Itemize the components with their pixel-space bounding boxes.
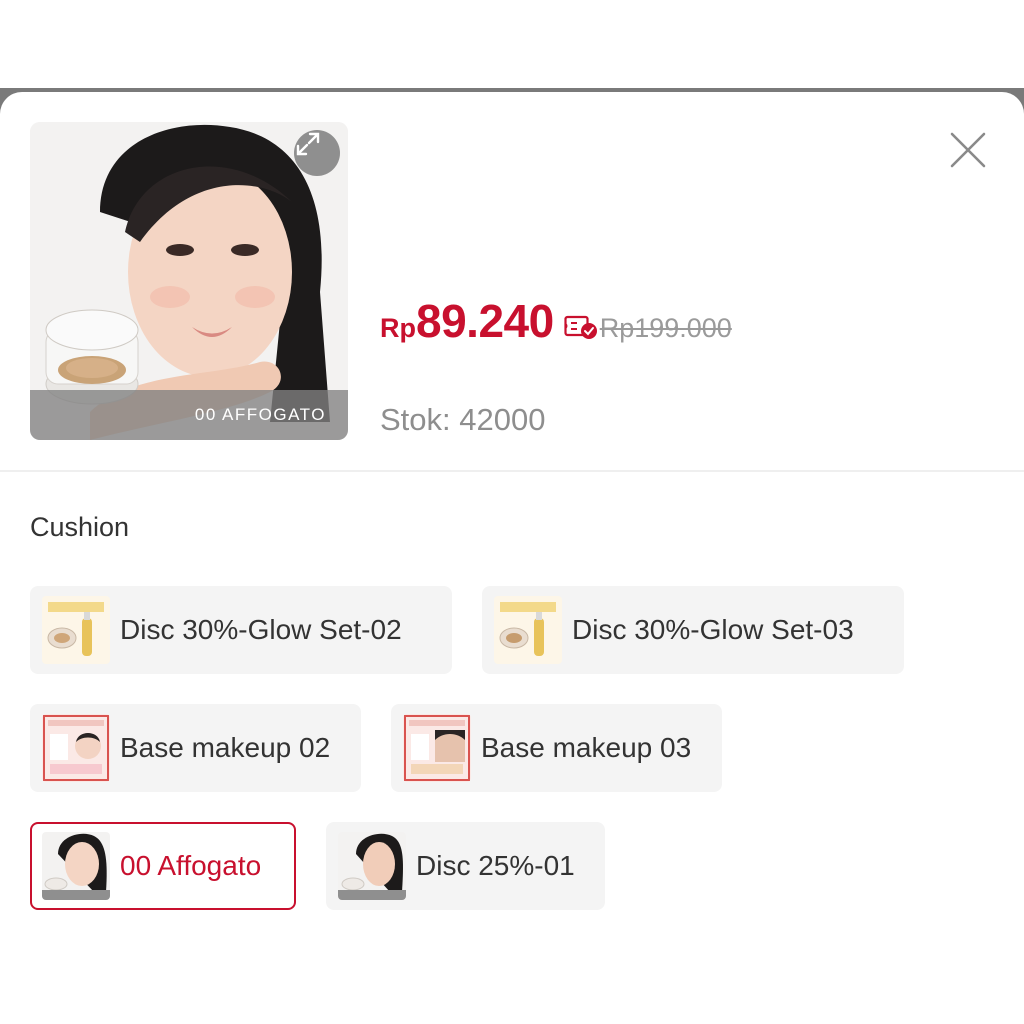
variant-thumbnail xyxy=(42,832,110,900)
variant-label: Base makeup 02 xyxy=(120,732,331,763)
variant-label: Base makeup 03 xyxy=(481,732,692,763)
divider xyxy=(0,470,1024,472)
variant-thumbnail xyxy=(494,596,562,664)
variant-thumbnail xyxy=(338,832,406,900)
expand-arrows-icon xyxy=(296,132,320,156)
original-price: Rp199.000 xyxy=(599,313,732,343)
voucher-check-icon xyxy=(564,314,598,340)
stock-count: Stok: 42000 xyxy=(380,402,546,437)
variant-option-base-makeup-02[interactable]: Base makeup 02 xyxy=(30,704,361,792)
variant-option-disc-25-01[interactable]: Disc 25%-01 xyxy=(326,822,605,910)
price-row: Rp 89.240 Rp199.000 xyxy=(380,294,732,348)
variant-label: Disc 30%-Glow Set-03 xyxy=(572,614,854,645)
variant-option-glow-set-03[interactable]: Disc 30%-Glow Set-03 xyxy=(482,586,904,674)
price-currency: Rp xyxy=(380,313,416,343)
close-icon xyxy=(950,132,986,168)
close-button[interactable] xyxy=(944,126,992,174)
variant-thumbnail xyxy=(403,714,471,782)
variant-label: Disc 30%-Glow Set-02 xyxy=(120,614,402,645)
variant-bottom-sheet: 00 AFFOGATO Rp 89.240 Rp199.000 Stok: 42… xyxy=(0,92,1024,1024)
variant-group-title: Cushion xyxy=(30,512,130,542)
variant-option-00-affogato[interactable]: 00 Affogato xyxy=(30,822,296,910)
variant-option-glow-set-02[interactable]: Disc 30%-Glow Set-02 xyxy=(30,586,452,674)
image-caption: 00 AFFOGATO xyxy=(30,390,348,440)
variant-thumbnail xyxy=(42,714,110,782)
product-image[interactable]: 00 AFFOGATO xyxy=(30,122,348,440)
expand-image-button[interactable] xyxy=(294,130,340,176)
price-value: 89.240 xyxy=(416,295,554,347)
variant-thumbnail xyxy=(42,596,110,664)
variant-label: 00 Affogato xyxy=(120,850,262,881)
variant-option-base-makeup-03[interactable]: Base makeup 03 xyxy=(391,704,722,792)
variant-label: Disc 25%-01 xyxy=(416,850,575,881)
